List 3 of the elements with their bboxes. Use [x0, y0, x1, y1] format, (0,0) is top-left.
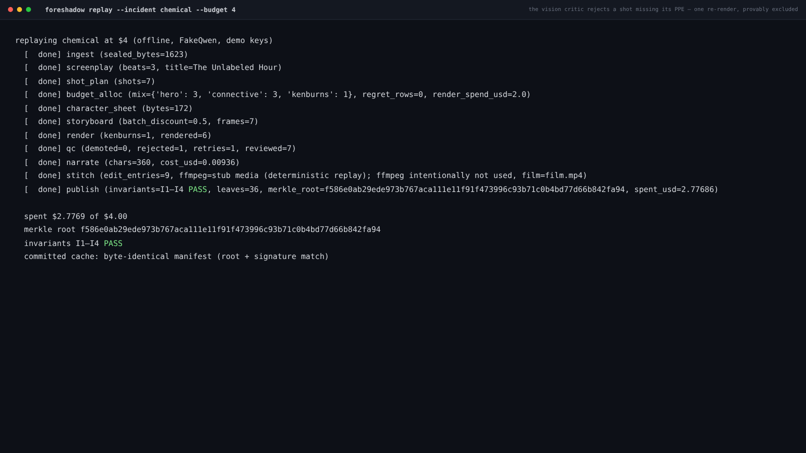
maximize-button[interactable] — [26, 7, 31, 12]
close-button[interactable] — [8, 7, 13, 12]
minimize-button[interactable] — [17, 7, 22, 12]
